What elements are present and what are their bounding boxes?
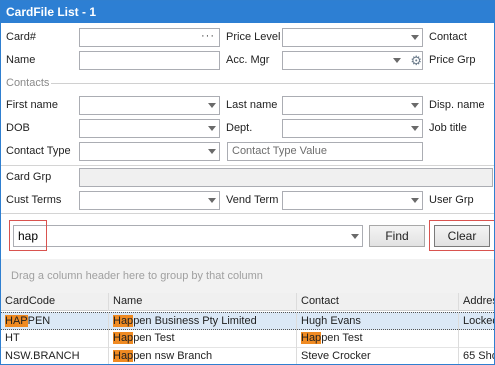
dob-label: DOB	[6, 122, 30, 134]
cust-terms-dropdown[interactable]	[79, 191, 220, 210]
job-title-label: Job title	[429, 122, 467, 134]
cell-cardcode: HT	[1, 330, 109, 348]
card-grp-label: Card Grp	[6, 171, 52, 183]
table-row[interactable]: HT Happen Test Happen Test	[1, 330, 494, 348]
cell-address: 65 Sho	[463, 350, 495, 362]
price-level-dropdown[interactable]	[282, 28, 423, 47]
chevron-down-icon[interactable]	[351, 234, 359, 239]
cell-cardcode: NSW.BRANCH	[1, 348, 109, 364]
acc-mgr-dropdown[interactable]: ⚙	[282, 51, 423, 70]
cell-contact: Hugh Evans	[297, 313, 459, 331]
group-by-hint[interactable]: Drag a column header here to group by th…	[1, 259, 494, 293]
acc-mgr-label: Acc. Mgr	[226, 54, 270, 66]
card-grp-field[interactable]	[79, 168, 493, 187]
cust-terms-label: Cust Terms	[6, 194, 62, 206]
chevron-down-icon	[208, 149, 216, 154]
card-number-label: Card#	[6, 31, 36, 43]
table-row[interactable]: NSW.BRANCH Happen nsw Branch Steve Crock…	[1, 348, 495, 364]
search-input[interactable]: hap	[13, 225, 363, 247]
ellipsis-icon[interactable]: ···	[201, 30, 215, 42]
cell-cardcode: HAPPEN	[1, 313, 109, 331]
table-row[interactable]: HAPPEN Happen Business Pty Limited Hugh …	[1, 312, 495, 331]
price-level-label: Price Level	[226, 31, 281, 43]
contacts-group-line	[6, 83, 494, 84]
column-header-contact[interactable]: Contact	[297, 293, 459, 311]
cell-contact: Steve Crocker	[297, 348, 459, 364]
first-name-label: First name	[6, 99, 58, 111]
dept-dropdown[interactable]	[282, 119, 423, 138]
first-name-dropdown[interactable]	[79, 96, 220, 115]
table-header: CardCode Name Contact Addres	[1, 293, 494, 311]
column-header-cardcode[interactable]: CardCode	[1, 293, 109, 311]
chevron-down-icon	[393, 58, 401, 63]
annotation-highlight	[429, 220, 494, 251]
contact-type-label: Contact Type	[6, 145, 71, 157]
user-grp-label: User Grp	[429, 194, 474, 206]
card-number-field[interactable]: ···	[79, 28, 220, 47]
chevron-down-icon	[411, 103, 419, 108]
cell-contact: Happen Test	[297, 330, 459, 348]
chevron-down-icon	[208, 126, 216, 131]
contact-type-value-field[interactable]: Contact Type Value	[227, 142, 423, 161]
last-name-label: Last name	[226, 99, 278, 111]
name-field[interactable]	[79, 51, 220, 70]
find-button[interactable]: Find	[369, 225, 425, 247]
annotation-highlight	[9, 220, 47, 251]
cell-name: Happen Business Pty Limited	[109, 313, 297, 331]
divider	[1, 213, 494, 214]
dept-label: Dept.	[226, 122, 253, 134]
chevron-down-icon	[411, 126, 419, 131]
column-header-address[interactable]: Addres	[459, 293, 494, 311]
chevron-down-icon	[411, 198, 419, 203]
vend-term-dropdown[interactable]	[282, 191, 423, 210]
divider	[1, 165, 494, 166]
dob-dropdown[interactable]	[79, 119, 220, 138]
gear-icon[interactable]: ⚙	[410, 52, 422, 69]
chevron-down-icon	[411, 35, 419, 40]
disp-name-label: Disp. name	[429, 99, 485, 111]
cell-name: Happen Test	[109, 330, 297, 348]
price-grp-label: Price Grp	[429, 54, 476, 66]
contact-type-dropdown[interactable]	[79, 142, 220, 161]
contacts-group-label: Contacts	[6, 76, 52, 90]
last-name-dropdown[interactable]	[282, 96, 423, 115]
window-title: CardFile List - 1	[1, 1, 494, 23]
cell-name: Happen nsw Branch	[109, 348, 297, 364]
cardfile-list-window: CardFile List - 1 Card# ··· Price Level …	[0, 0, 495, 365]
chevron-down-icon	[208, 103, 216, 108]
column-header-name[interactable]: Name	[109, 293, 297, 311]
cell-address	[459, 330, 494, 348]
cell-address: Locked	[463, 315, 495, 327]
chevron-down-icon	[208, 198, 216, 203]
name-label: Name	[6, 54, 36, 66]
vend-term-label: Vend Term	[226, 194, 279, 206]
contact-label: Contact	[429, 31, 467, 43]
